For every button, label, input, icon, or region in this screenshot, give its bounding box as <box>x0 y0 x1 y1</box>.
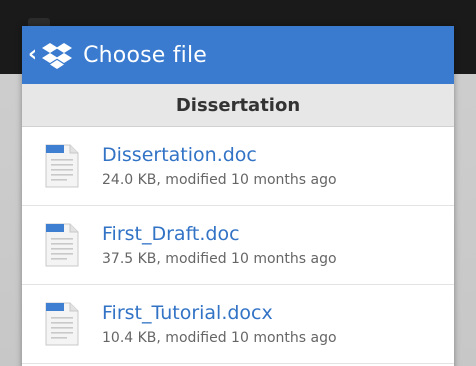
back-button[interactable]: ‹ <box>22 26 83 84</box>
dialog-header: ‹ Choose file <box>22 26 454 84</box>
folder-title: Dissertation <box>175 94 301 116</box>
word-doc-icon <box>45 144 79 188</box>
file-item[interactable]: Dissertation.doc 24.0 KB, modified 10 mo… <box>22 127 454 206</box>
file-name: Dissertation.doc <box>102 144 257 166</box>
folder-bar: Dissertation <box>22 84 454 127</box>
back-chevron-icon: ‹ <box>28 42 38 67</box>
file-name: First_Draft.doc <box>102 223 240 245</box>
dropbox-icon <box>42 43 73 69</box>
file-meta: 10.4 KB, modified 10 months ago <box>102 330 337 346</box>
file-text: First_Tutorial.docx 10.4 KB, modified 10… <box>102 302 337 346</box>
word-doc-icon <box>45 223 79 267</box>
file-item[interactable]: First_Tutorial.docx 10.4 KB, modified 10… <box>22 285 454 364</box>
file-text: First_Draft.doc 37.5 KB, modified 10 mon… <box>102 223 337 267</box>
dialog-title: Choose file <box>83 42 207 68</box>
file-meta: 24.0 KB, modified 10 months ago <box>102 172 337 188</box>
choose-file-dialog: ‹ Choose file Dissertation Dissertation.… <box>22 26 454 366</box>
word-doc-icon <box>45 302 79 346</box>
file-meta: 37.5 KB, modified 10 months ago <box>102 251 337 267</box>
file-name: First_Tutorial.docx <box>102 302 273 324</box>
file-text: Dissertation.doc 24.0 KB, modified 10 mo… <box>102 144 337 188</box>
screen: ‹ Choose file Dissertation Dissertation.… <box>0 0 476 366</box>
file-list: Dissertation.doc 24.0 KB, modified 10 mo… <box>22 127 454 364</box>
file-item[interactable]: First_Draft.doc 37.5 KB, modified 10 mon… <box>22 206 454 285</box>
